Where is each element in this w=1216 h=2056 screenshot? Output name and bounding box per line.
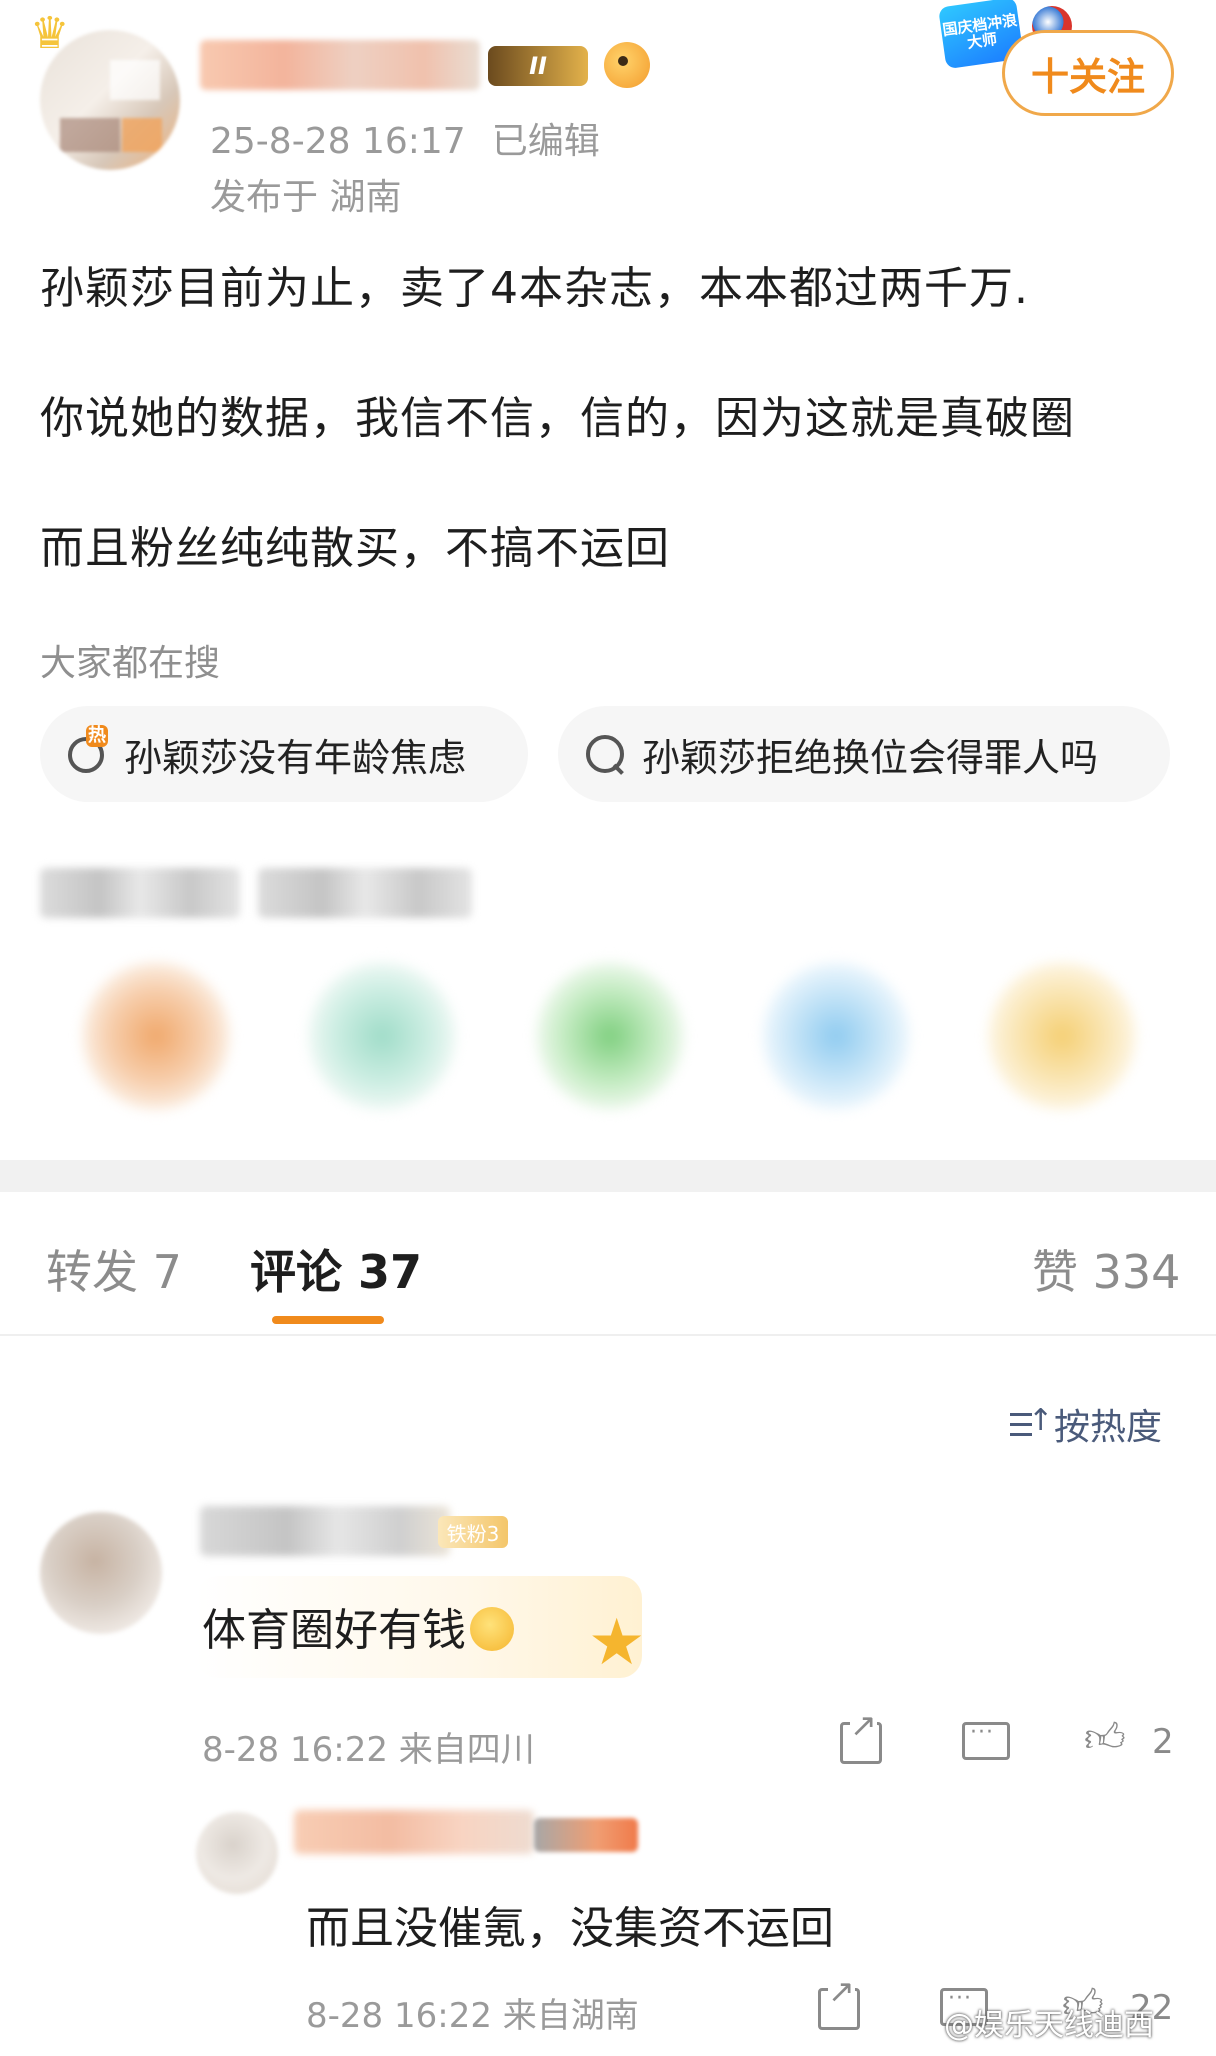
blurred-reaction-icon[interactable] [82, 962, 230, 1110]
commenter-name-blurred[interactable] [200, 1506, 450, 1556]
blurred-content [40, 868, 240, 918]
blurred-reaction-icon[interactable] [988, 962, 1136, 1110]
post-meta: 25-8-28 16:17 已编辑 [210, 112, 600, 164]
tab-like[interactable]: 赞 334 [1032, 1236, 1180, 1302]
edited-label[interactable]: 已编辑 [492, 121, 600, 162]
reply-avatar[interactable] [196, 1812, 278, 1894]
avatar-blur-block [110, 60, 160, 100]
post-text-line: 你说她的数据，我信不信，信的，因为这就是真破圈 [40, 393, 1075, 444]
commenter-avatar[interactable] [40, 1512, 162, 1634]
tab-repost[interactable]: 转发 7 [46, 1236, 182, 1302]
comment-text: 体育圈好有钱 [202, 1594, 514, 1658]
active-tab-indicator [272, 1316, 384, 1324]
reply-text: 而且没催氪，没集资不运回 [306, 1903, 834, 1954]
hot-search-icon [64, 725, 110, 777]
comment-meta: 8-28 16:22 来自四川 [202, 1730, 535, 1770]
reply-name-blurred[interactable] [294, 1810, 534, 1854]
search-chip[interactable]: 孙颖莎拒绝换位会得罪人吗 [558, 706, 1170, 802]
reply-badge-blurred [534, 1818, 638, 1852]
blurred-reaction-icon[interactable] [762, 962, 910, 1110]
author-name-blurred[interactable] [200, 40, 480, 90]
fan-badge: 铁粉3 [438, 1516, 508, 1548]
crying-emoji-icon [470, 1607, 514, 1651]
post-location: 发布于 湖南 [210, 177, 402, 218]
follow-button[interactable]: 十关注 [1002, 30, 1174, 116]
watermark: @娱乐天线迪西 [944, 2008, 1154, 2043]
search-chip-text: 孙颖莎拒绝换位会得罪人吗 [642, 735, 1099, 780]
level-badge: II [488, 46, 588, 86]
avatar-blur-block [122, 118, 162, 152]
section-divider [0, 1160, 1216, 1192]
sort-icon [1010, 1403, 1053, 1439]
share-icon[interactable] [814, 1976, 862, 2030]
avatar-blur-block [60, 118, 120, 152]
tab-divider [0, 1334, 1216, 1336]
search-chip-text: 孙颖莎没有年龄焦虑 [124, 735, 467, 780]
share-icon[interactable] [836, 1710, 884, 1764]
trending-search-label: 大家都在搜 [40, 643, 221, 684]
search-chip[interactable]: 孙颖莎没有年龄焦虑 [40, 706, 528, 802]
blurred-reaction-icon[interactable] [308, 962, 456, 1110]
blurred-reaction-icon[interactable] [536, 962, 684, 1110]
like-count: 2 [1152, 1722, 1174, 1762]
post-timestamp: 25-8-28 16:17 [210, 121, 466, 162]
comment-text-content: 体育圈好有钱 [202, 1605, 466, 1656]
search-icon [582, 731, 628, 777]
sort-button[interactable]: 按热度 [1010, 1398, 1162, 1450]
reply-meta: 8-28 16:22 来自湖南 [306, 1996, 639, 2036]
blurred-content [258, 868, 472, 918]
tab-comment[interactable]: 评论 37 [250, 1236, 422, 1302]
star-badge-icon [584, 1606, 650, 1680]
crown-icon: ♛ [30, 8, 70, 59]
post-text-line: 孙颖莎目前为止，卖了4本杂志，本本都过两千万. [40, 263, 1029, 314]
fish-badge-icon [604, 42, 650, 88]
like-icon[interactable] [1084, 1714, 1132, 1764]
sort-label: 按热度 [1054, 1407, 1163, 1448]
comment-icon[interactable] [960, 1716, 1010, 1764]
post-text-line: 而且粉丝纯纯散买，不搞不运回 [40, 523, 670, 574]
